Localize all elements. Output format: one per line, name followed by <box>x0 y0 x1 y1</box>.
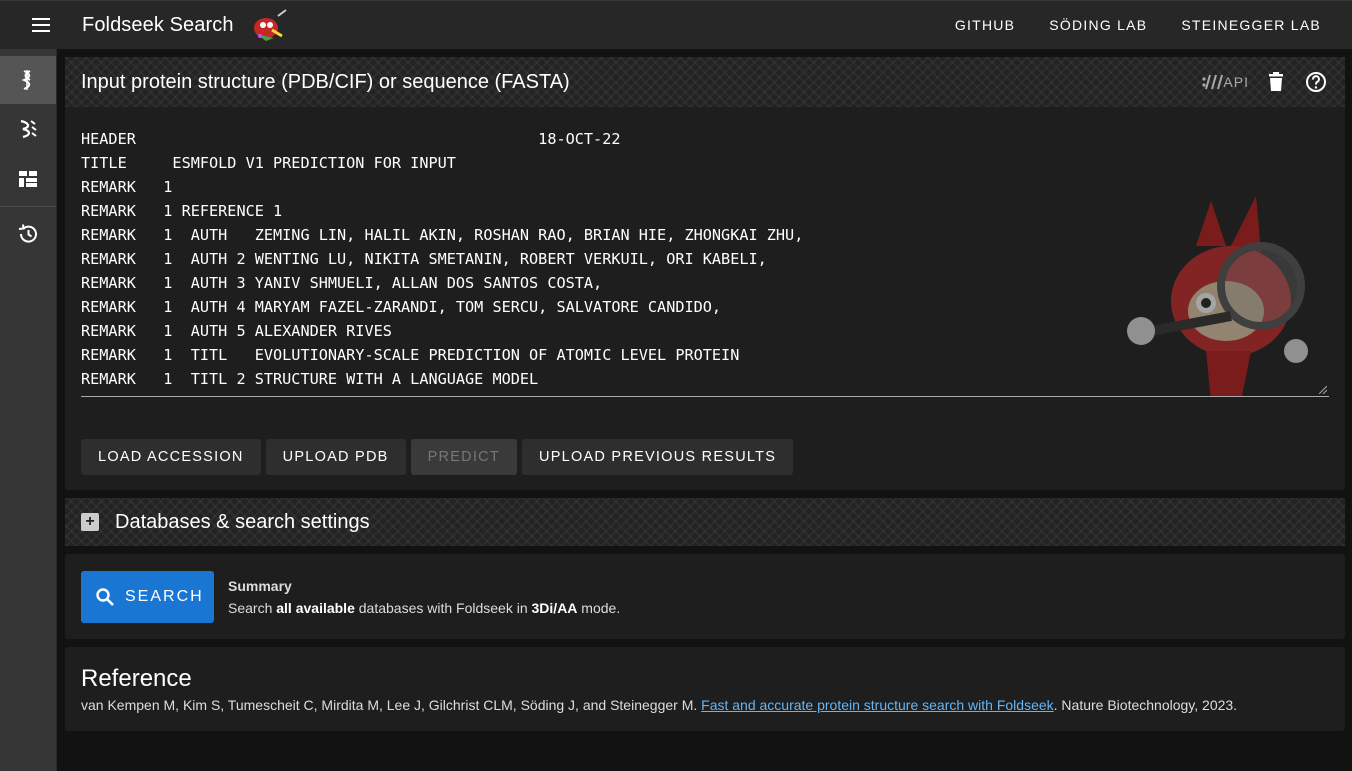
input-card: Input protein structure (PDB/CIF) or seq… <box>65 57 1345 490</box>
input-line: REMARK 1 TITL EVOLUTIONARY-SCALE PREDICT… <box>81 346 740 364</box>
dashboard-icon <box>19 171 37 187</box>
main-content: Input protein structure (PDB/CIF) or seq… <box>57 49 1352 771</box>
load-accession-button[interactable]: LOAD ACCESSION <box>81 439 261 475</box>
input-line: REMARK 1 AUTH 3 YANIV SHMUELI, ALLAN DOS… <box>81 274 603 292</box>
sidebar-item-dashboard[interactable] <box>0 154 56 204</box>
upload-previous-results-button[interactable]: UPLOAD PREVIOUS RESULTS <box>522 439 794 475</box>
resize-handle-icon[interactable] <box>1319 386 1327 394</box>
paper-link[interactable]: Fast and accurate protein structure sear… <box>701 697 1054 713</box>
app-title[interactable]: Foldseek Search <box>82 14 234 37</box>
input-line: REMARK 1 <box>81 178 173 196</box>
nav-github[interactable]: GITHUB <box>938 1 1032 50</box>
search-button-label: SEARCH <box>125 587 204 605</box>
sidebar-item-search[interactable] <box>0 56 56 104</box>
expand-plus-icon: + <box>81 513 99 531</box>
structure-input-textarea[interactable]: HEADER 18-OCT-22 TITLE ESMFOLD V1 PREDICT… <box>81 107 1329 397</box>
foldseek-logo-icon <box>253 9 287 41</box>
sidebar-item-structure[interactable] <box>0 104 56 154</box>
upload-pdb-button[interactable]: UPLOAD PDB <box>265 439 406 475</box>
input-line: REMARK 1 AUTH 5 ALEXANDER RIVES <box>81 322 392 340</box>
input-line: REMARK 1 AUTH 4 MARYAM FAZEL-ZARANDI, TO… <box>81 298 722 316</box>
help-button[interactable] <box>1303 69 1329 95</box>
api-icon <box>1202 74 1224 90</box>
summary-title: Summary <box>228 577 292 594</box>
input-line: REMARK 1 AUTH ZEMING LIN, HALIL AKIN, RO… <box>81 226 804 244</box>
search-summary: Summary Search all available databases w… <box>228 578 620 616</box>
input-line: HEADER 18-OCT-22 <box>81 130 621 148</box>
app-bar: Foldseek Search GITHUB SÖDING LAB STEINE… <box>0 0 1352 49</box>
sidebar <box>0 49 57 771</box>
input-card-title: Input protein structure (PDB/CIF) or seq… <box>81 70 570 93</box>
input-line: TITLE ESMFOLD V1 PREDICTION FOR INPUT <box>81 154 456 172</box>
reference-citation: van Kempen M, Kim S, Tumescheit C, Mirdi… <box>81 697 1238 713</box>
sidebar-item-history[interactable] <box>0 209 56 259</box>
reference-title: Reference <box>81 665 192 692</box>
search-button[interactable]: SEARCH <box>81 570 214 623</box>
nav-soeding-lab[interactable]: SÖDING LAB <box>1032 1 1164 50</box>
databases-title: Databases & search settings <box>115 510 370 533</box>
api-label: API <box>1223 74 1249 90</box>
nav-steinegger-lab[interactable]: STEINEGGER LAB <box>1164 1 1338 50</box>
dna-helix-icon <box>20 119 37 139</box>
history-icon <box>18 224 37 243</box>
menu-icon <box>32 16 50 34</box>
trash-icon <box>1269 72 1283 91</box>
help-icon <box>1306 72 1326 92</box>
input-card-header: Input protein structure (PDB/CIF) or seq… <box>65 57 1345 107</box>
summary-text: Search all available databases with Fold… <box>228 599 621 616</box>
reference-card: Reference van Kempen M, Kim S, Tumeschei… <box>65 647 1345 731</box>
databases-card: + Databases & search settings <box>65 498 1345 546</box>
databases-toggle[interactable]: + Databases & search settings <box>65 498 1345 546</box>
menu-button[interactable] <box>0 1 82 50</box>
input-line: REMARK 1 REFERENCE 1 <box>81 202 283 220</box>
input-line: REMARK 1 TITL 2 STRUCTURE WITH A LANGUAG… <box>81 370 539 388</box>
search-icon <box>96 587 114 606</box>
mascot-magnifier-icon <box>1127 196 1308 396</box>
delete-button[interactable] <box>1263 69 1289 95</box>
input-line: REMARK 1 AUTH 2 WENTING LU, NIKITA SMETA… <box>81 250 767 268</box>
structure-input-text: HEADER 18-OCT-22 TITLE ESMFOLD V1 PREDICT… <box>81 127 804 396</box>
predict-button[interactable]: PREDICT <box>410 439 518 475</box>
search-card: SEARCH Summary Search all available data… <box>65 554 1345 639</box>
input-line: REMARK 1 REF <box>81 391 803 396</box>
protein-search-icon <box>21 70 31 90</box>
api-button[interactable]: API <box>1201 72 1249 92</box>
